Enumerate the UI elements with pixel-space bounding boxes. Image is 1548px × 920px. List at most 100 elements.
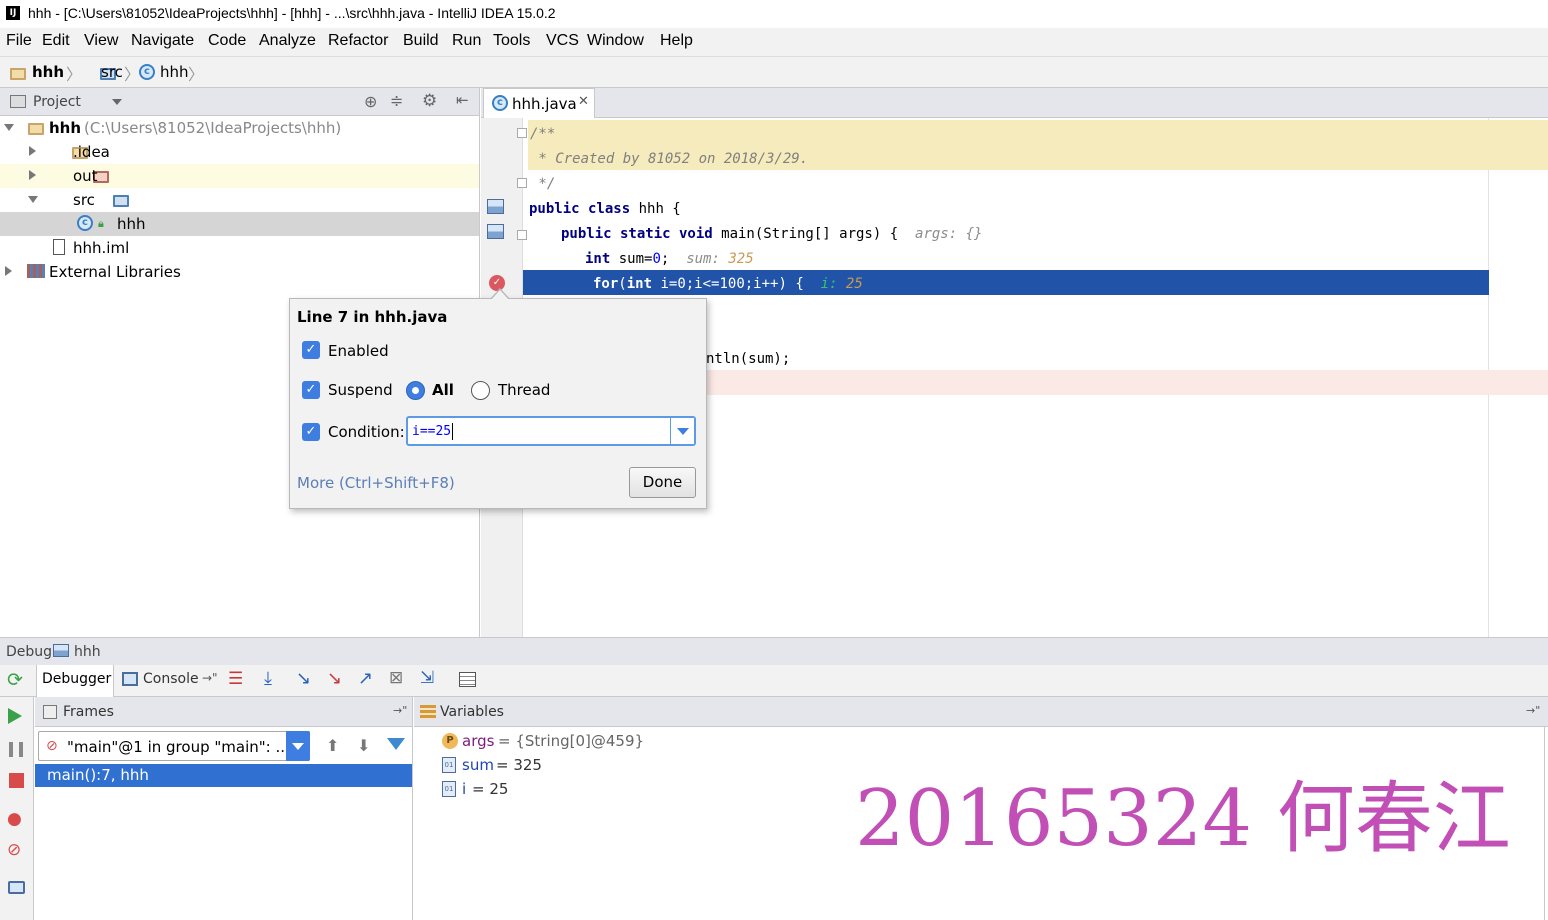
variable-name: args: [462, 732, 495, 750]
menu-code[interactable]: Code: [208, 32, 246, 50]
tab-debugger[interactable]: Debugger: [36, 665, 114, 697]
breadcrumb-class[interactable]: hhh: [160, 63, 189, 81]
keyword: public static void: [561, 226, 713, 242]
tree-row-selected[interactable]: [0, 212, 479, 236]
close-icon[interactable]: ✕: [578, 94, 589, 109]
step-into-icon[interactable]: ↘: [296, 668, 311, 689]
condition-input[interactable]: i==25: [412, 424, 451, 439]
tree-item-libraries[interactable]: External Libraries: [49, 263, 181, 281]
debug-config-name[interactable]: hhh: [74, 644, 101, 660]
collapse-icon[interactable]: ≑: [390, 91, 403, 110]
step-out-icon[interactable]: ↗: [358, 668, 373, 689]
step-over-icon[interactable]: ⤓: [264, 668, 272, 689]
suspend-label[interactable]: Suspend: [328, 381, 393, 399]
all-radio[interactable]: [406, 381, 425, 400]
enabled-label[interactable]: Enabled: [328, 342, 389, 360]
menu-navigate[interactable]: Navigate: [131, 32, 194, 50]
menu-file[interactable]: File: [6, 32, 32, 50]
pin-icon[interactable]: →": [393, 704, 407, 717]
all-label[interactable]: All: [432, 381, 454, 399]
condition-label[interactable]: Condition:: [328, 423, 405, 441]
fold-icon[interactable]: [517, 128, 527, 138]
variables-header: Variables →": [414, 697, 1548, 727]
menu-tools[interactable]: Tools: [493, 32, 530, 50]
view-breakpoints-icon[interactable]: ●: [7, 809, 22, 829]
resume-icon[interactable]: [8, 708, 22, 724]
menu-help[interactable]: Help: [660, 32, 693, 50]
condition-dropdown-button[interactable]: [670, 418, 694, 444]
filter-icon[interactable]: [387, 738, 405, 750]
window-title: hhh - [C:\Users\81052\IdeaProjects\hhh] …: [28, 5, 556, 21]
project-panel-header: Project ⊕ ≑ ⚙ ⇤: [0, 88, 479, 116]
menu-edit[interactable]: Edit: [42, 32, 70, 50]
thread-dropdown-button[interactable]: [286, 731, 310, 761]
run-class-icon[interactable]: [487, 199, 504, 214]
stop-icon[interactable]: [9, 773, 24, 788]
condition-checkbox[interactable]: ✓: [302, 423, 320, 441]
run-to-cursor-icon[interactable]: ⇲: [420, 668, 434, 688]
rerun-icon[interactable]: ⟳: [7, 669, 23, 691]
expand-arrow-icon[interactable]: [28, 196, 38, 203]
parameter-badge-icon: P: [442, 733, 458, 749]
locate-icon[interactable]: ⊕: [364, 92, 377, 111]
menu-run[interactable]: Run: [452, 32, 481, 50]
tree-root-name[interactable]: hhh: [49, 119, 81, 137]
tree-item-idea[interactable]: .idea: [73, 143, 110, 161]
collapsed-arrow-icon[interactable]: [29, 170, 36, 180]
chevron-right-icon: 〉: [188, 65, 205, 84]
done-button[interactable]: Done: [629, 467, 696, 498]
number: 0: [652, 251, 661, 267]
variable-row[interactable]: P args = {String[0]@459}: [440, 732, 1040, 754]
menu-refactor[interactable]: Refactor: [328, 32, 388, 50]
menu-build[interactable]: Build: [403, 32, 439, 50]
pause-icon[interactable]: [9, 742, 23, 757]
dropdown-arrow-icon[interactable]: [112, 99, 122, 105]
gear-icon[interactable]: ⚙: [422, 91, 437, 111]
frame-row-selected[interactable]: main():7, hhh: [35, 764, 412, 787]
menu-analyze[interactable]: Analyze: [259, 32, 316, 50]
tab-hhh-java[interactable]: c hhh.java ✕: [483, 88, 595, 118]
camera-icon[interactable]: [8, 881, 25, 894]
pin-icon[interactable]: →": [1526, 704, 1540, 717]
menu-view[interactable]: View: [84, 32, 118, 50]
breadcrumb-project[interactable]: hhh: [32, 63, 64, 81]
tree-item-hhh[interactable]: hhh: [117, 215, 146, 233]
frame-item-label: main():7, hhh: [47, 766, 149, 784]
fold-icon[interactable]: [517, 230, 527, 240]
project-panel-title[interactable]: Project: [33, 94, 81, 110]
tree-item-out[interactable]: out: [73, 167, 98, 185]
collapsed-arrow-icon[interactable]: [5, 266, 12, 276]
thread-label[interactable]: Thread: [498, 381, 550, 399]
previous-frame-icon[interactable]: ⬆: [326, 736, 339, 755]
force-step-into-icon[interactable]: ↘: [327, 668, 342, 689]
thread-radio[interactable]: [471, 381, 490, 400]
evaluate-expression-icon[interactable]: [459, 672, 476, 687]
condition-field[interactable]: i==25: [406, 416, 696, 446]
keyword: int: [626, 276, 653, 292]
more-link[interactable]: More (Ctrl+Shift+F8): [297, 474, 455, 492]
show-execution-point-icon[interactable]: ☰: [228, 669, 243, 689]
mute-breakpoints-icon[interactable]: ⊘: [7, 840, 21, 860]
menu-window[interactable]: Window: [587, 32, 644, 50]
debug-side-toolbar: ● ⊘: [0, 697, 34, 920]
suspend-checkbox[interactable]: ✓: [302, 381, 320, 399]
tree-item-src[interactable]: src: [73, 191, 95, 209]
drop-frame-icon[interactable]: ⊠: [389, 668, 403, 688]
breadcrumb-src[interactable]: src: [101, 63, 123, 81]
tree-row-out[interactable]: [0, 164, 479, 188]
expand-arrow-icon[interactable]: [4, 124, 14, 131]
menu-vcs[interactable]: VCS: [546, 32, 579, 50]
run-config-icon: [53, 644, 69, 657]
code-text: ;: [660, 251, 670, 267]
code-text: i=0;i<=100;i++) {: [652, 276, 804, 292]
tree-item-iml[interactable]: hhh.iml: [73, 239, 129, 257]
tab-console[interactable]: Console: [143, 671, 199, 687]
fold-icon[interactable]: [517, 178, 527, 188]
next-frame-icon[interactable]: ⬇: [357, 736, 370, 755]
thread-select[interactable]: ⊘ "main"@1 in group "main": ...: [38, 731, 310, 761]
pin-icon[interactable]: →": [202, 671, 218, 685]
run-method-icon[interactable]: [487, 224, 504, 239]
collapsed-arrow-icon[interactable]: [29, 146, 36, 156]
enabled-checkbox[interactable]: ✓: [302, 341, 320, 359]
hide-panel-icon[interactable]: ⇤: [456, 91, 469, 109]
